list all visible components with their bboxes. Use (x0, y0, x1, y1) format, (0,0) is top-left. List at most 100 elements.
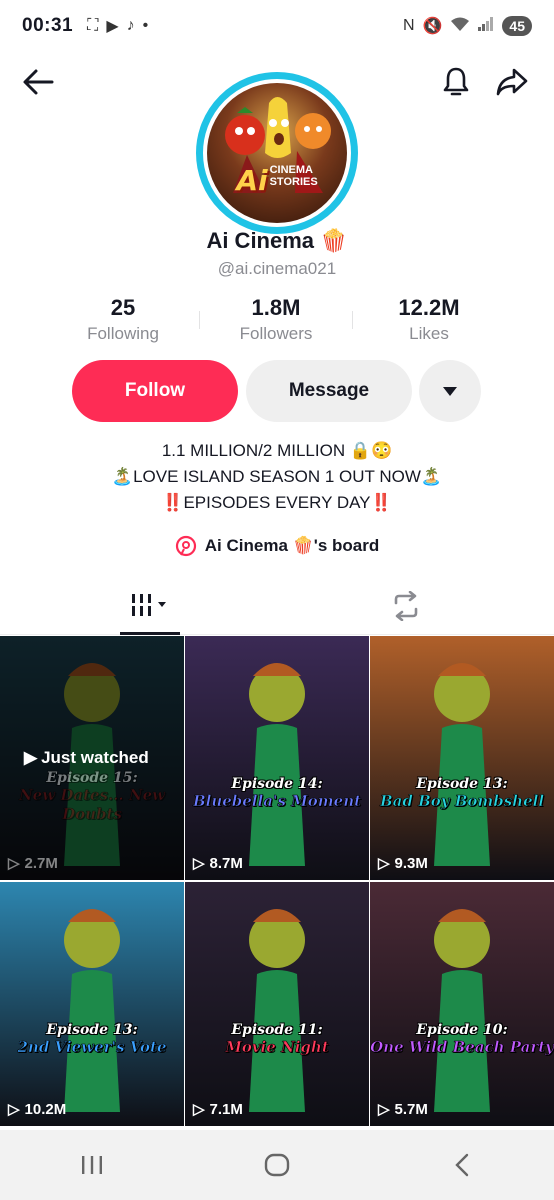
video-tile[interactable]: ▶ Just watched Episode 15: New Dates... N… (0, 636, 184, 880)
back-button[interactable] (18, 62, 58, 102)
avatar-logo-text: CINEMA STORIES (270, 164, 318, 188)
episode-number: Episode 14: (231, 776, 323, 792)
system-navigation-bar (0, 1130, 554, 1200)
stat-following[interactable]: 25 Following (58, 295, 188, 344)
episode-title: New Dates... New Doubts (18, 786, 166, 824)
home-icon (264, 1153, 290, 1177)
bio-line: 1.1 MILLION/2 MILLION 🔒😳 (161, 441, 393, 460)
just-watched-text: Just watched (41, 748, 149, 767)
more-dot-icon: • (142, 17, 149, 34)
active-tab-indicator (120, 632, 180, 635)
character-figure (249, 909, 305, 1112)
tab-videos[interactable] (120, 591, 180, 635)
episode-number: Episode 15: (46, 770, 138, 786)
video-caption: Episode 15: New Dates... New Doubts (0, 770, 184, 824)
profile-bio: 1.1 MILLION/2 MILLION 🔒😳 🏝️LOVE ISLAND S… (0, 438, 554, 516)
video-grid: ▶ Just watched Episode 15: New Dates... N… (0, 636, 554, 1126)
tab-reposts[interactable] (376, 591, 436, 635)
follow-button[interactable]: Follow (72, 360, 238, 422)
play-outline-icon: ▷ (193, 1101, 205, 1118)
chevron-left-icon (454, 1153, 468, 1177)
profile-avatar[interactable]: Ai CINEMA STORIES (196, 72, 358, 234)
notification-button[interactable] (436, 62, 476, 102)
board-icon (175, 535, 196, 557)
episode-title: Bluebella's Moment (192, 792, 362, 811)
avatar-logo: Ai CINEMA STORIES (207, 164, 347, 197)
stat-label: Following (87, 324, 159, 343)
wifi-icon (450, 16, 470, 37)
nfc-icon: N (402, 17, 415, 34)
video-grid-icon (132, 594, 166, 616)
episode-title: Bad Boy Bombshell (379, 792, 545, 811)
recent-apps-icon (82, 1156, 103, 1174)
view-count-text: 9.3M (394, 854, 428, 872)
back-system-button[interactable] (432, 1140, 492, 1190)
bio-line: ‼️EPISODES EVERY DAY‼️ (162, 493, 392, 512)
status-time: 00:31 (22, 15, 74, 36)
username: @ai.cinema021 (217, 259, 337, 278)
stat-likes[interactable]: 12.2M Likes (364, 295, 494, 344)
video-tile[interactable]: Episode 14: Bluebella's Moment ▷ 8.7M (185, 636, 369, 880)
view-count-text: 7.1M (209, 1100, 243, 1118)
video-caption: Episode 10: One Wild Beach Party (370, 1022, 554, 1057)
avatar-logo-ai: Ai (236, 164, 268, 197)
stat-followers[interactable]: 1.8M Followers (211, 295, 341, 344)
play-outline-icon: ▷ (378, 855, 390, 872)
stat-value: 1.8M (251, 295, 301, 320)
video-caption: Episode 13: Bad Boy Bombshell (370, 776, 554, 811)
episode-title: Movie Night (225, 1038, 329, 1057)
episode-number: Episode 10: (416, 1022, 508, 1038)
bell-icon (443, 67, 469, 96)
repost-icon (394, 591, 418, 621)
play-outline-icon: ▷ (193, 855, 205, 872)
episode-title: 2nd Viewer's Vote (17, 1038, 167, 1057)
share-button[interactable] (492, 62, 532, 102)
view-count: ▷ 10.2M (8, 1100, 67, 1119)
status-notification-icons: ⛶ ▶ ♪ • (87, 16, 148, 36)
divider (352, 311, 353, 329)
caret-down-icon (443, 387, 457, 396)
mute-icon: 🔇 (422, 18, 443, 35)
video-tile[interactable]: Episode 13: Bad Boy Bombshell ▷ 9.3M (370, 636, 554, 880)
stat-label: Likes (409, 324, 449, 343)
popcorn-emoji: 🍿 (320, 228, 348, 253)
play-outline-icon: ▷ (378, 1101, 390, 1118)
view-count: ▷ 8.7M (193, 854, 243, 873)
profile-stats: 25 Following 1.8M Followers 12.2M Likes (58, 295, 494, 344)
character-figure (434, 663, 490, 866)
character-figure (434, 909, 490, 1112)
episode-title: One Wild Beach Party (370, 1038, 554, 1057)
avatar-image: Ai CINEMA STORIES (207, 83, 347, 223)
message-button[interactable]: Message (246, 360, 412, 422)
board-label: Ai Cinema 🍿's board (204, 536, 380, 555)
episode-number: Episode 13: (416, 776, 508, 792)
view-count: ▷ 5.7M (378, 1100, 428, 1119)
episode-number: Episode 13: (46, 1022, 138, 1038)
battery-indicator: 45 (502, 16, 532, 36)
profile-tabs (0, 583, 554, 635)
display-name: Ai Cinema 🍿 (0, 228, 554, 254)
video-tile[interactable]: Episode 10: One Wild Beach Party ▷ 5.7M (370, 882, 554, 1126)
display-name-text: Ai Cinema (206, 228, 315, 253)
character-figure (64, 909, 120, 1112)
stat-label: Followers (239, 324, 313, 343)
view-count-text: 10.2M (24, 1100, 67, 1118)
video-tile[interactable]: Episode 11: Movie Night ▷ 7.1M (185, 882, 369, 1126)
signal-icon (478, 16, 494, 36)
video-tile[interactable]: Episode 13: 2nd Viewer's Vote ▷ 10.2M (0, 882, 184, 1126)
suggested-accounts-button[interactable] (419, 360, 481, 422)
episode-number: Episode 11: (231, 1022, 323, 1038)
board-link[interactable]: Ai Cinema 🍿's board (0, 535, 554, 562)
stat-value: 12.2M (398, 295, 460, 320)
stat-value: 25 (110, 295, 136, 320)
home-button[interactable] (247, 1140, 307, 1190)
youtube-icon: ▶ (106, 18, 119, 35)
view-count-text: 5.7M (394, 1100, 428, 1118)
avatar-logo-line2: STORIES (269, 176, 318, 188)
avatar-characters-illustration (225, 97, 331, 193)
view-count: ▷ 9.3M (378, 854, 428, 873)
view-count: ▷ 7.1M (193, 1100, 243, 1119)
recent-apps-button[interactable] (62, 1140, 122, 1190)
play-outline-icon: ▷ (8, 855, 20, 872)
bio-line: 🏝️LOVE ISLAND SEASON 1 OUT NOW🏝️ (111, 467, 443, 486)
